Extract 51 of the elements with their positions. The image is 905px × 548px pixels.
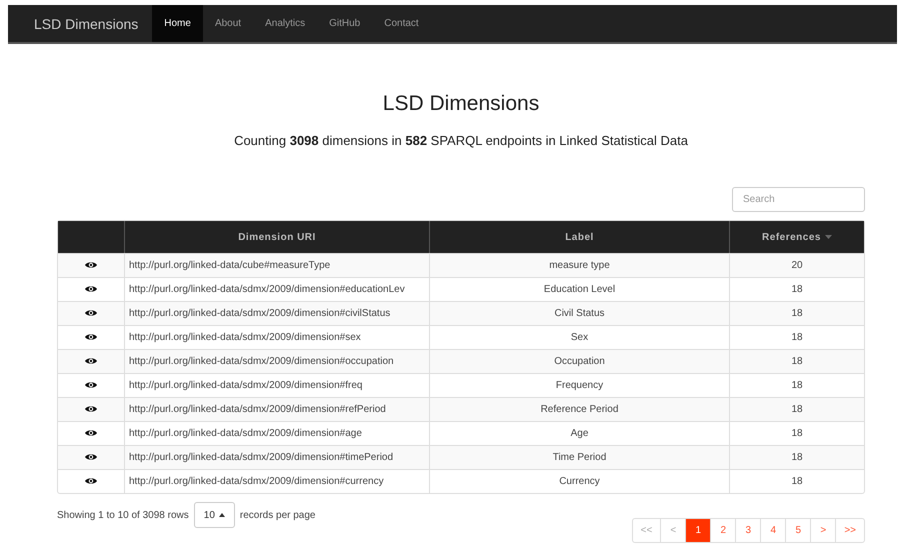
eye-icon[interactable] — [85, 309, 97, 318]
eye-icon[interactable] — [85, 405, 97, 414]
caret-icon — [218, 513, 225, 517]
page-size-dropdown[interactable]: 10 — [194, 502, 235, 528]
label-cell: Occupation — [429, 349, 729, 373]
label-cell: Reference Period — [429, 397, 729, 421]
page-title: LSD Dimensions — [382, 92, 540, 116]
eye-icon[interactable] — [85, 333, 97, 342]
eye-icon[interactable] — [85, 261, 97, 270]
page-link[interactable]: 2 — [710, 519, 736, 542]
page-link[interactable]: > — [810, 519, 836, 542]
nav-link[interactable]: About — [202, 5, 254, 42]
nav-link[interactable]: Analytics — [253, 5, 318, 42]
page-link[interactable]: 3 — [735, 519, 760, 542]
page-link[interactable]: >> — [835, 519, 864, 542]
nav-link[interactable]: GitHub — [317, 5, 372, 42]
rows-info: Showing 1 to 10 of 3098 rows — [57, 510, 189, 520]
subtitle: Counting 3098 dimensions in 582 SPARQL endpoints in Linked Statistical Data — [233, 133, 689, 148]
references-cell: 18 — [729, 469, 864, 493]
references-cell: 18 — [729, 397, 864, 421]
eye-icon[interactable] — [85, 357, 97, 366]
uri-cell: http://purl.org/linked-data/sdmx/2009/dimension#currency — [124, 469, 429, 493]
uri-cell: http://purl.org/linked-data/sdmx/2009/dimension#civilStatus — [124, 301, 429, 325]
eye-icon[interactable] — [85, 285, 97, 294]
references-cell: 18 — [729, 349, 864, 373]
nav-link[interactable]: Contact — [372, 5, 431, 42]
page-link[interactable]: 1 — [685, 519, 710, 542]
nav-link[interactable]: Home — [152, 5, 203, 42]
label-cell: Civil Status — [429, 301, 729, 325]
eye-icon[interactable] — [85, 453, 97, 462]
eye-icon[interactable] — [85, 381, 97, 390]
search-field[interactable]: Search — [732, 187, 865, 212]
uri-cell: http://purl.org/linked-data/sdmx/2009/dimension#occupation — [124, 349, 429, 373]
references-cell: 18 — [729, 445, 864, 469]
label-cell: Time Period — [429, 445, 729, 469]
references-cell: 18 — [729, 301, 864, 325]
uri-cell: http://purl.org/linked-data/cube#measureType — [124, 253, 429, 277]
per-page-label: records per page — [240, 510, 316, 520]
eye-icon[interactable] — [85, 429, 97, 438]
references-cell: 20 — [729, 253, 864, 277]
column-header[interactable]: Label — [429, 221, 729, 253]
uri-cell: http://purl.org/linked-data/sdmx/2009/dimension#refPeriod — [124, 397, 429, 421]
page-link[interactable]: 4 — [760, 519, 786, 542]
brand-link[interactable]: LSD Dimensions — [8, 5, 152, 42]
column-header[interactable]: References — [729, 221, 864, 253]
label-cell: Currency — [429, 469, 729, 493]
eye-icon[interactable] — [85, 477, 97, 486]
page-link[interactable]: 5 — [785, 519, 810, 542]
label-cell: measure type — [429, 253, 729, 277]
uri-cell: http://purl.org/linked-data/sdmx/2009/dimension#timePeriod — [124, 445, 429, 469]
column-header[interactable]: Dimension URI — [124, 221, 429, 253]
